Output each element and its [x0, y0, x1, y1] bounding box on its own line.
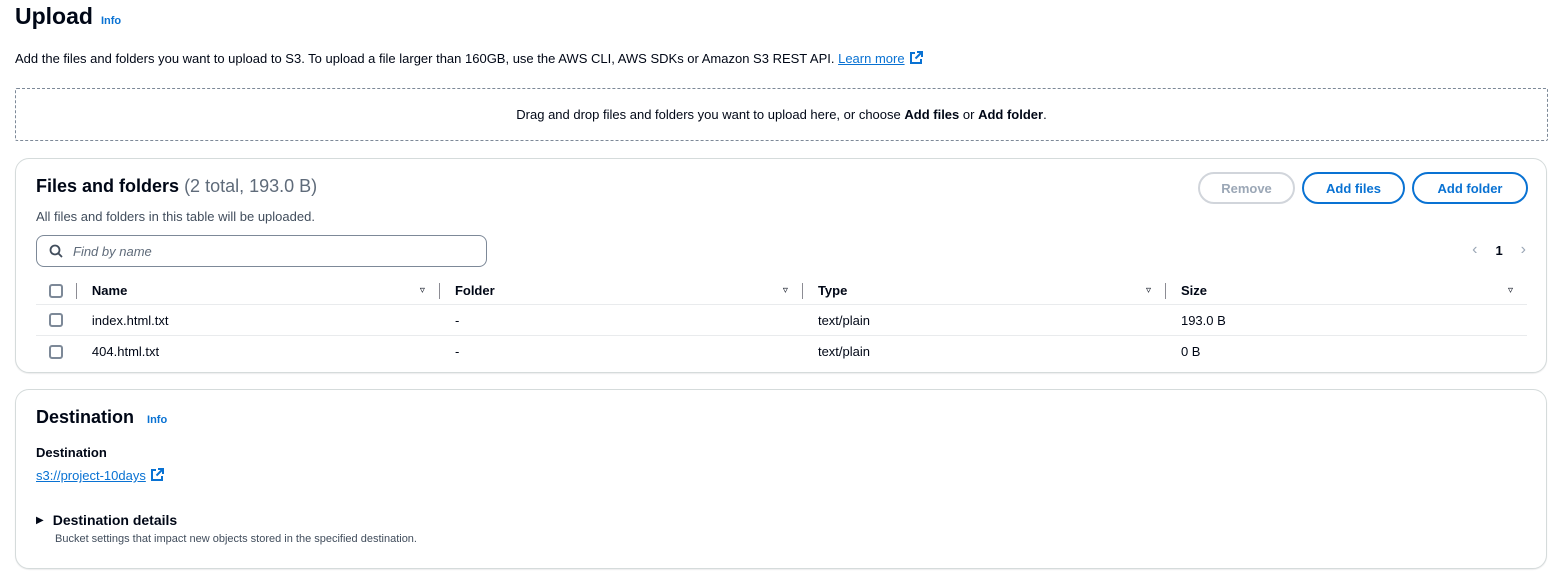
cell-name: 404.html.txt [91, 344, 160, 359]
select-all-checkbox[interactable] [49, 283, 63, 298]
pagination: ‹ 1 › [1472, 241, 1526, 259]
row-checkbox[interactable] [49, 344, 63, 359]
column-folder-label: Folder [454, 283, 495, 298]
chevron-left-icon[interactable]: ‹ [1472, 241, 1477, 259]
info-link[interactable]: Info [101, 15, 121, 27]
destination-label: Destination [36, 445, 107, 460]
upload-page: Upload Info Add the files and folders yo… [0, 0, 1550, 577]
files-panel-count: (2 total, 193.0 B) [184, 176, 318, 196]
dropzone-add-folder: Add folder [978, 107, 1044, 122]
files-table: Name ▿ Folder ▿ Type ▿ Size ▿ index.html… [36, 277, 1527, 367]
cell-size: 193.0 B [1180, 312, 1226, 328]
files-panel-title: Files and folders (2 total, 193.0 B) [36, 175, 317, 197]
page-title: Upload [15, 3, 93, 29]
row-select-cell [36, 344, 76, 359]
table-row[interactable]: 404.html.txt - text/plain 0 B [36, 336, 1527, 367]
column-size-label: Size [1180, 283, 1207, 298]
sort-icon[interactable]: ▿ [783, 285, 788, 296]
add-folder-button[interactable]: Add folder [1412, 172, 1528, 204]
dropzone-text: Drag and drop files and folders you want… [516, 107, 901, 122]
cell-folder: - [454, 312, 460, 328]
sort-icon[interactable]: ▿ [1508, 285, 1513, 296]
destination-link[interactable]: s3://project-10days [36, 468, 146, 483]
files-panel-title-text: Files and folders [36, 176, 180, 196]
destination-details-description: Bucket settings that impact new objects … [55, 533, 417, 545]
column-header-name[interactable]: Name ▿ [77, 277, 439, 305]
learn-more-link[interactable]: Learn more [838, 51, 904, 66]
page-number[interactable]: 1 [1495, 243, 1502, 258]
destination-info-link[interactable]: Info [147, 414, 167, 426]
row-select-cell [36, 313, 76, 327]
dropzone-suffix: . [1043, 107, 1047, 122]
column-header-type[interactable]: Type ▿ [803, 277, 1165, 305]
sort-icon[interactable]: ▿ [420, 285, 425, 296]
dropzone-or: or [962, 107, 975, 122]
drop-zone[interactable]: Drag and drop files and folders you want… [15, 88, 1548, 141]
table-header: Name ▿ Folder ▿ Type ▿ Size ▿ [36, 277, 1527, 305]
destination-panel: Destination Info Destination s3://projec… [15, 389, 1547, 569]
table-row[interactable]: index.html.txt - text/plain 193.0 B [36, 305, 1527, 336]
destination-details-title: Destination details [52, 512, 178, 528]
select-all-cell [36, 283, 76, 298]
destination-link-row: s3://project-10days [36, 468, 164, 483]
column-type-label: Type [817, 283, 848, 298]
cell-folder: - [454, 344, 460, 359]
files-panel-subtitle: All files and folders in this table will… [36, 209, 315, 224]
cell-type: text/plain [817, 344, 870, 359]
page-header: Upload Info [15, 0, 121, 36]
external-link-icon[interactable] [150, 468, 164, 482]
row-checkbox[interactable] [49, 313, 63, 327]
column-header-size[interactable]: Size ▿ [1166, 277, 1527, 305]
cell-size: 0 B [1180, 344, 1201, 359]
column-name-label: Name [91, 283, 128, 298]
cell-type: text/plain [817, 312, 870, 328]
cell-name: index.html.txt [91, 312, 169, 328]
add-files-button[interactable]: Add files [1302, 172, 1405, 204]
search-icon [49, 244, 63, 258]
destination-details-toggle[interactable]: ▶ Destination details [36, 512, 177, 528]
page-description: Add the files and folders you want to up… [15, 50, 923, 68]
column-header-folder[interactable]: Folder ▿ [440, 277, 802, 305]
external-link-icon[interactable] [909, 51, 923, 65]
description-text: Add the files and folders you want to up… [15, 51, 835, 66]
dropzone-add-files: Add files [904, 107, 960, 122]
caret-right-icon: ▶ [36, 514, 44, 526]
search-field[interactable] [36, 235, 487, 267]
search-input[interactable] [71, 242, 451, 260]
remove-button[interactable]: Remove [1198, 172, 1295, 204]
files-and-folders-panel: Files and folders (2 total, 193.0 B) All… [15, 158, 1547, 373]
chevron-right-icon[interactable]: › [1521, 241, 1526, 259]
destination-title-text: Destination [36, 407, 135, 427]
destination-panel-title: Destination Info [36, 406, 167, 431]
sort-icon[interactable]: ▿ [1146, 285, 1151, 296]
